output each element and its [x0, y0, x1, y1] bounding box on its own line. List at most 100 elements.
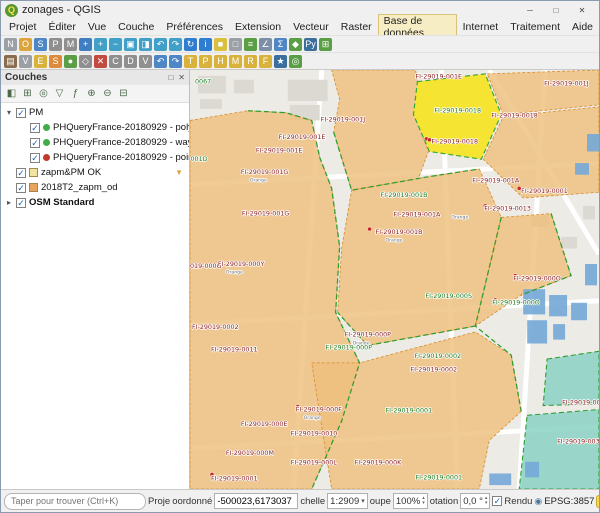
- cut-features-icon[interactable]: C: [109, 55, 122, 68]
- map-label: FI-29019-001J: [321, 116, 366, 123]
- coordinate-input[interactable]: [214, 493, 298, 509]
- layer-visibility-checkbox[interactable]: ✓: [16, 168, 26, 178]
- label-move-icon[interactable]: M: [229, 55, 242, 68]
- python-console-icon[interactable]: Py: [304, 38, 317, 51]
- open-layer-styling-icon[interactable]: ◧: [5, 87, 18, 100]
- pan-map-icon[interactable]: +: [79, 38, 92, 51]
- menu-extension[interactable]: Extension: [229, 20, 287, 34]
- statistics-icon[interactable]: Σ: [274, 38, 287, 51]
- map-label: FI-29019-001E: [256, 148, 303, 155]
- identify-features-icon[interactable]: i: [199, 38, 212, 51]
- expander-icon[interactable]: ▸: [5, 198, 13, 207]
- dock-float-button[interactable]: □: [168, 73, 173, 82]
- save-project-icon[interactable]: S: [34, 38, 47, 51]
- deselect-features-icon[interactable]: □: [229, 38, 242, 51]
- filter-expression-icon[interactable]: ƒ: [69, 87, 82, 100]
- label-rotate-icon[interactable]: R: [244, 55, 257, 68]
- expand-all-icon[interactable]: ⊕: [85, 87, 98, 100]
- magnifier-spinbox[interactable]: 100% ▴▾: [393, 493, 428, 509]
- layout-manager-icon[interactable]: M: [64, 38, 77, 51]
- label-properties-icon[interactable]: F: [259, 55, 272, 68]
- copy-features-icon[interactable]: D: [124, 55, 137, 68]
- zoom-to-selection-icon[interactable]: ◨: [139, 38, 152, 51]
- map-label: FI-29019-0001: [386, 407, 433, 414]
- dock-close-button[interactable]: ✕: [178, 73, 185, 82]
- print-layout-icon[interactable]: P: [49, 38, 62, 51]
- menu-internet[interactable]: Internet: [457, 20, 505, 34]
- manage-map-themes-icon[interactable]: ◎: [37, 87, 50, 100]
- toggle-editing-icon[interactable]: E: [34, 55, 47, 68]
- map-canvas[interactable]: 0067FI-29019-001EFI-29019-001JFI-29019-0…: [190, 70, 599, 489]
- osm-place-search-icon[interactable]: ◎: [289, 55, 302, 68]
- crs-button[interactable]: ◉ EPSG:3857: [534, 496, 594, 507]
- menu-projet[interactable]: Projet: [3, 20, 42, 34]
- vertex-tool-icon[interactable]: ◇: [79, 55, 92, 68]
- zoom-next-icon[interactable]: ↷: [169, 38, 182, 51]
- messages-button[interactable]: [596, 495, 599, 508]
- plugins-icon[interactable]: ⊞: [319, 38, 332, 51]
- rotation-value: 0,0 °: [463, 496, 483, 507]
- filter-legend-icon[interactable]: ▽: [53, 87, 66, 100]
- map-label: FI-29019-0011: [211, 346, 258, 353]
- menu-raster[interactable]: Raster: [335, 20, 378, 34]
- new-bookmark-icon[interactable]: ★: [274, 55, 287, 68]
- menu-vecteur[interactable]: Vecteur: [287, 20, 335, 34]
- label-pin-icon[interactable]: P: [199, 55, 212, 68]
- qgis-logo-icon: Q: [5, 4, 18, 17]
- layer-item-pm[interactable]: ▾✓PM: [1, 105, 189, 120]
- menu-pr-f-rences[interactable]: Préférences: [160, 20, 229, 34]
- delete-selected-icon[interactable]: ✕: [94, 55, 107, 68]
- collapse-all-icon[interactable]: ⊖: [101, 87, 114, 100]
- data-source-manager-icon[interactable]: ▤: [4, 55, 17, 68]
- select-features-icon[interactable]: ■: [214, 38, 227, 51]
- layer-visibility-checkbox[interactable]: ✓: [30, 123, 40, 133]
- refresh-icon[interactable]: ↻: [184, 38, 197, 51]
- layer-item-phqueryfrance-20180929-polygon[interactable]: ✓PHQueryFrance-20180929 - polygon: [1, 120, 189, 135]
- zoom-in-icon[interactable]: +: [94, 38, 107, 51]
- map-label: FI-29019-0001: [415, 474, 462, 481]
- menu-couche[interactable]: Couche: [112, 20, 160, 34]
- remove-layer-icon[interactable]: ⊟: [117, 87, 130, 100]
- menu-aide[interactable]: Aide: [566, 20, 599, 34]
- processing-toolbox-icon[interactable]: ◆: [289, 38, 302, 51]
- layer-item-osm-standard[interactable]: ▸✓OSM Standard: [1, 195, 189, 210]
- scale-combo[interactable]: 1:2909 ▾: [327, 493, 368, 509]
- add-group-icon[interactable]: ⊞: [21, 87, 34, 100]
- zoom-full-icon[interactable]: ▣: [124, 38, 137, 51]
- minimize-button[interactable]: ─: [517, 2, 543, 18]
- layer-item-zapm-pm-ok[interactable]: ✓zapm&PM OK▼: [1, 165, 189, 180]
- layer-item-phqueryfrance-20180929-way[interactable]: ✓PHQueryFrance-20180929 - way: [1, 135, 189, 150]
- menu-diter[interactable]: Éditer: [42, 20, 81, 34]
- render-toggle[interactable]: ✓ Rendu: [492, 496, 532, 507]
- menu-vue[interactable]: Vue: [82, 20, 112, 34]
- attribute-table-icon[interactable]: ≡: [244, 38, 257, 51]
- zoom-last-icon[interactable]: ↶: [154, 38, 167, 51]
- menu-traitement[interactable]: Traitement: [504, 20, 566, 34]
- layer-item-phqueryfrance-20180929-point[interactable]: ✓PHQueryFrance-20180929 - point: [1, 150, 189, 165]
- new-layer-icon[interactable]: V: [19, 55, 32, 68]
- layer-visibility-checkbox[interactable]: ✓: [16, 108, 26, 118]
- label-highlight-icon[interactable]: H: [214, 55, 227, 68]
- open-project-icon[interactable]: O: [19, 38, 32, 51]
- layer-visibility-checkbox[interactable]: ✓: [16, 198, 26, 208]
- undo-icon[interactable]: ↶: [154, 55, 167, 68]
- save-edits-icon[interactable]: S: [49, 55, 62, 68]
- redo-icon[interactable]: ↷: [169, 55, 182, 68]
- layer-item-2018t2-zapm-od[interactable]: ✓2018T2_zapm_od: [1, 180, 189, 195]
- expander-icon[interactable]: ▾: [5, 108, 13, 117]
- zoom-out-icon[interactable]: −: [109, 38, 122, 51]
- layer-visibility-checkbox[interactable]: ✓: [16, 183, 26, 193]
- rotation-spinbox[interactable]: 0,0 ° ▴▾: [460, 493, 490, 509]
- paste-features-icon[interactable]: V: [139, 55, 152, 68]
- layer-labeling-icon[interactable]: T: [184, 55, 197, 68]
- close-button[interactable]: ✕: [569, 2, 595, 18]
- new-project-icon[interactable]: N: [4, 38, 17, 51]
- maximize-button[interactable]: □: [543, 2, 569, 18]
- locator-search-input[interactable]: [4, 493, 146, 510]
- measure-icon[interactable]: ∠: [259, 38, 272, 51]
- layer-visibility-checkbox[interactable]: ✓: [30, 153, 40, 163]
- layer-visibility-checkbox[interactable]: ✓: [30, 138, 40, 148]
- add-feature-icon[interactable]: ●: [64, 55, 77, 68]
- map-label: FI-29019-001D: [190, 156, 208, 163]
- render-checkbox[interactable]: ✓: [492, 496, 502, 506]
